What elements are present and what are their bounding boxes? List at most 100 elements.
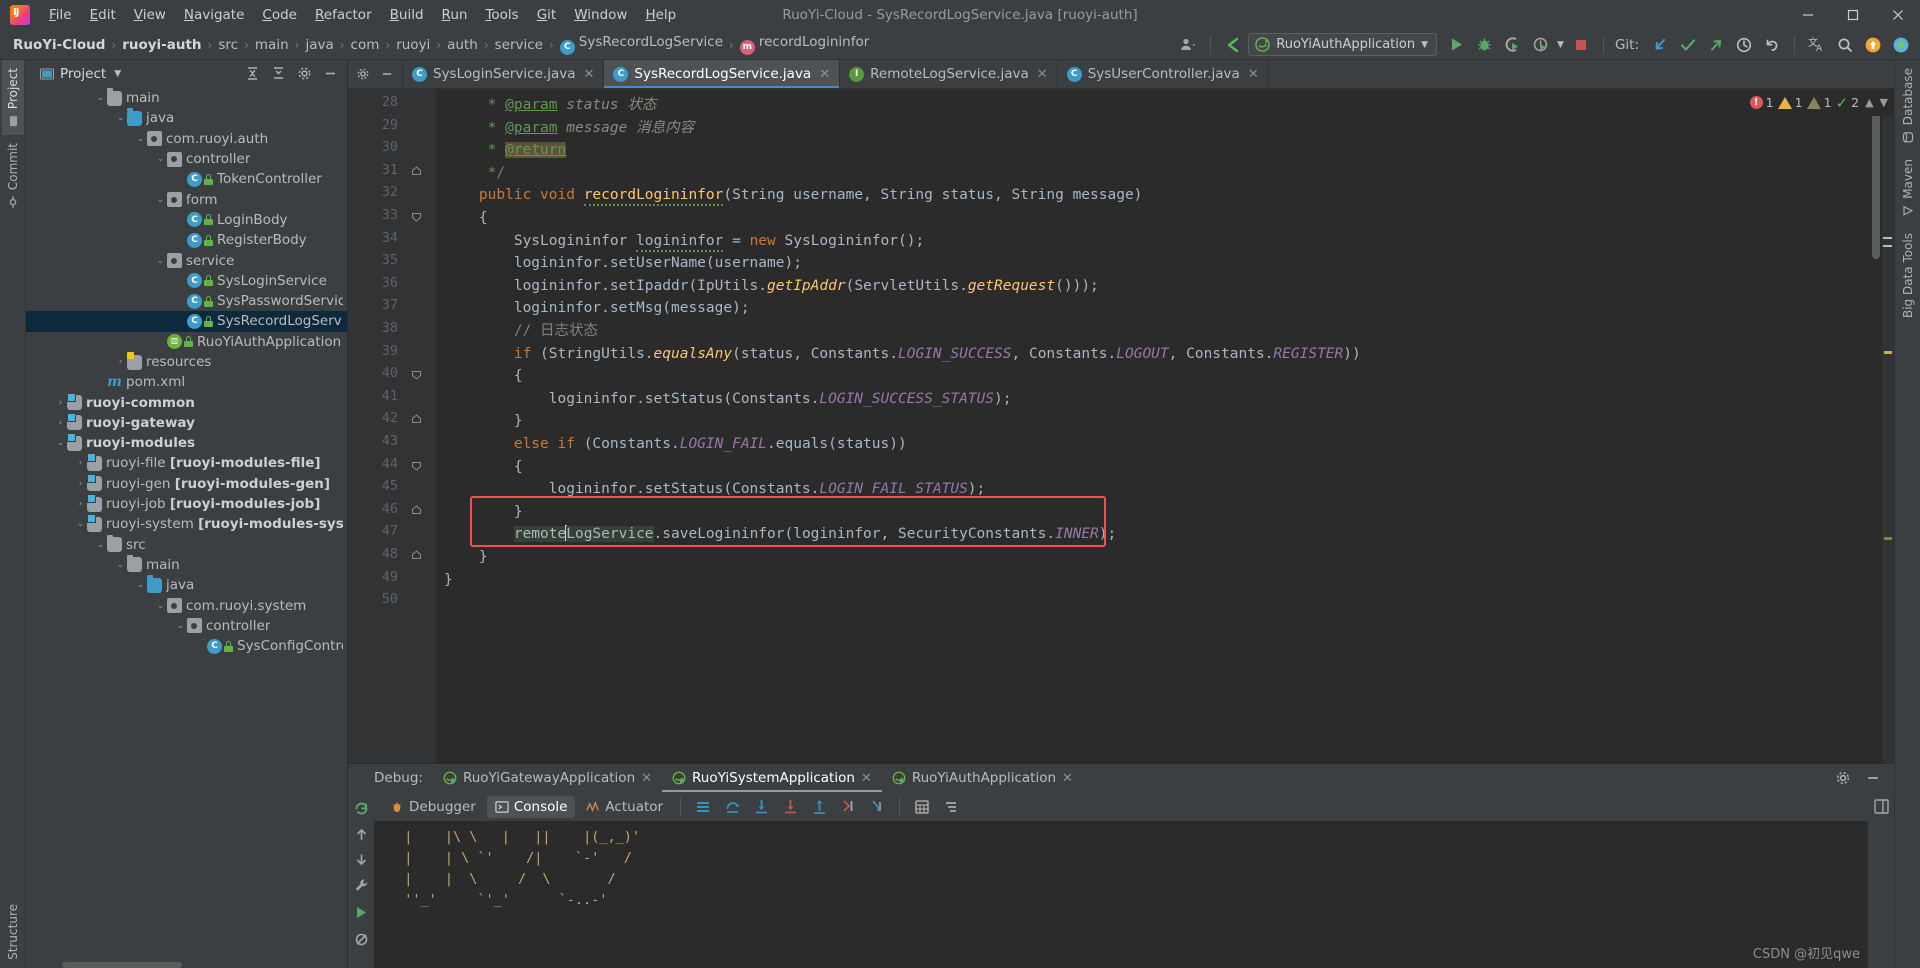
breadcrumb-item-recordlogininfor[interactable]: m recordLogininfor [737,32,872,57]
mute-breakpoints-icon[interactable] [353,931,370,948]
tab-sysusercontroller-java[interactable]: C SysUserController.java ✕ [1058,60,1269,88]
breadcrumb-item-auth[interactable]: auth [444,35,481,55]
tree-expand-arrow[interactable]: ⌄ [114,560,127,570]
tab-sysrecordlogservice-java[interactable]: C SysRecordLogService.java ✕ [604,60,841,88]
sidebar-item-structure[interactable]: Structure [2,896,24,968]
tree-expand-arrow[interactable]: ⌄ [154,601,167,611]
tab-remotelogservice-java[interactable]: I RemoteLogService.java ✕ [840,60,1058,88]
menu-item-navigate[interactable]: Navigate [175,3,254,27]
breadcrumb-item-ruoyi-cloud[interactable]: RuoYi-Cloud [10,35,108,55]
code-line[interactable]: logininfor.setMsg(message); [444,297,750,320]
profiler-icon[interactable] [1527,33,1553,57]
tree-expand-arrow[interactable]: › [74,479,87,489]
project-horizontal-scrollbar[interactable] [62,962,182,968]
tree-item[interactable]: › resources [26,352,347,372]
menu-item-tools[interactable]: Tools [476,3,527,27]
gear-icon[interactable] [293,64,315,84]
marker-scrollbar[interactable] [1872,89,1894,763]
menu-item-window[interactable]: Window [565,3,636,27]
close-icon[interactable]: ✕ [583,67,594,82]
tab-console[interactable]: Console [486,795,576,818]
settings-wrench-icon[interactable] [353,877,370,894]
hide-editor-icon[interactable] [376,63,398,85]
tree-expand-arrow[interactable]: ⌄ [134,580,147,590]
code-line[interactable]: * @param status 状态 [444,94,657,117]
step-out-icon[interactable] [806,795,832,819]
project-tree[interactable]: ⌄ main ⌄ java ⌄ com.ruoyi.auth ⌄ controller C Tok… [26,87,347,968]
close-icon[interactable]: ✕ [1248,67,1259,82]
run-configuration-selector[interactable]: RuoYiAuthApplication ▼ [1248,33,1438,56]
step-into-icon[interactable] [748,795,774,819]
tree-expand-arrow[interactable]: ⌄ [54,438,67,448]
code-line[interactable]: } [444,546,488,569]
sidebar-item-database[interactable]: Database [1897,60,1919,151]
search-everywhere-icon[interactable] [1832,33,1858,57]
menu-item-build[interactable]: Build [381,3,433,27]
tree-item[interactable]: ⌄ main [26,88,347,108]
breadcrumb-item-main[interactable]: main [252,35,292,55]
run-to-cursor-icon[interactable] [864,795,890,819]
stop-icon[interactable] [1568,33,1594,57]
sidebar-item-bigdata[interactable]: Big Data Tools [1897,225,1919,326]
project-chevron-down-icon[interactable]: ▼ [114,69,121,79]
code-fold-marker[interactable] [411,211,422,222]
tree-expand-arrow[interactable]: ⌄ [94,540,107,550]
git-history-icon[interactable] [1731,33,1757,57]
breadcrumb[interactable]: RuoYi-Cloud › ruoyi-auth › src › main › java › com… [10,32,872,57]
weak-warning-indicator[interactable]: 1 [1806,95,1832,110]
breadcrumb-item-ruoyi[interactable]: ruoyi [393,35,433,55]
git-commit-icon[interactable] [1675,33,1701,57]
evaluate-expression-icon[interactable] [909,795,935,819]
tree-expand-arrow[interactable]: ⌄ [114,113,127,123]
tree-item[interactable]: ⌄ java [26,575,347,595]
user-icon[interactable] [1175,33,1201,57]
code-fold-marker[interactable] [411,369,422,380]
code-line[interactable]: } [444,569,453,592]
tree-item[interactable]: › ruoyi-file [ruoyi-modules-file] [26,453,347,473]
tree-item[interactable]: ⌄ com.ruoyi.system [26,595,347,615]
tree-item[interactable]: ⌄ ruoyi-modules [26,433,347,453]
debug-icon[interactable] [1471,33,1497,57]
git-update-icon[interactable] [1647,33,1673,57]
code-fold-marker[interactable] [411,414,422,425]
tree-item[interactable]: ⌄ java [26,108,347,128]
code-line[interactable]: { [444,365,523,388]
chevron-down-icon[interactable]: ▼ [1421,40,1428,50]
tree-expand-arrow[interactable]: ⌄ [154,256,167,266]
code-line[interactable]: if (StringUtils.equalsAny(status, Consta… [444,343,1361,366]
tree-expand-arrow[interactable]: ⌄ [74,519,87,529]
breadcrumb-item-ruoyi-auth[interactable]: ruoyi-auth [119,35,204,55]
maximize-button[interactable] [1830,0,1875,30]
force-step-into-icon[interactable] [777,795,803,819]
tree-item[interactable]: C SysConfigController [26,636,347,656]
code-line[interactable]: { [444,207,488,230]
tree-item[interactable]: ⌄ service [26,250,347,270]
code-line[interactable]: logininfor.setStatus(Constants.LOGIN_FAI… [444,478,986,501]
tree-expand-arrow[interactable]: › [54,398,67,408]
debug-session-ruoyisystemapplication[interactable]: RuoYiSystemApplication ✕ [662,764,882,792]
run-anything-icon[interactable] [1888,33,1914,57]
tree-expand-arrow[interactable]: ⌄ [154,154,167,164]
tree-expand-arrow[interactable]: › [114,357,127,367]
code-line[interactable]: logininfor.setUserName(username); [444,252,802,275]
menu-item-view[interactable]: View [125,3,175,27]
tab-actuator[interactable]: Actuator [578,796,671,818]
tree-item[interactable]: C SysLoginService [26,271,347,291]
menu-item-git[interactable]: Git [528,3,566,27]
expand-all-icon[interactable] [241,64,263,84]
code-line[interactable]: logininfor.setIpaddr(IpUtils.getIpAddr(S… [444,275,1099,298]
menu-item-file[interactable]: File [40,3,81,27]
run-with-coverage-icon[interactable] [1499,33,1525,57]
collapse-all-icon[interactable] [267,64,289,84]
code-line[interactable]: // 日志状态 [444,320,598,343]
tab-sysloginservice-java[interactable]: C SysLoginService.java ✕ [403,60,605,88]
code-line[interactable]: } [444,501,523,524]
tree-expand-arrow[interactable]: ⌄ [94,93,107,103]
close-icon[interactable]: ✕ [1062,771,1073,786]
tree-item[interactable]: ⌄ com.ruoyi.auth [26,129,347,149]
tree-item[interactable]: ⚄ RuoYiAuthApplication [26,332,347,352]
code-content[interactable]: * @param status 状态 * @param message 消息内容… [436,89,1882,763]
code-line[interactable]: logininfor.setStatus(Constants.LOGIN_SUC… [444,388,1012,411]
settings-gear-icon[interactable] [352,63,374,85]
ok-indicator[interactable]: ✓ 2 [1836,94,1860,112]
